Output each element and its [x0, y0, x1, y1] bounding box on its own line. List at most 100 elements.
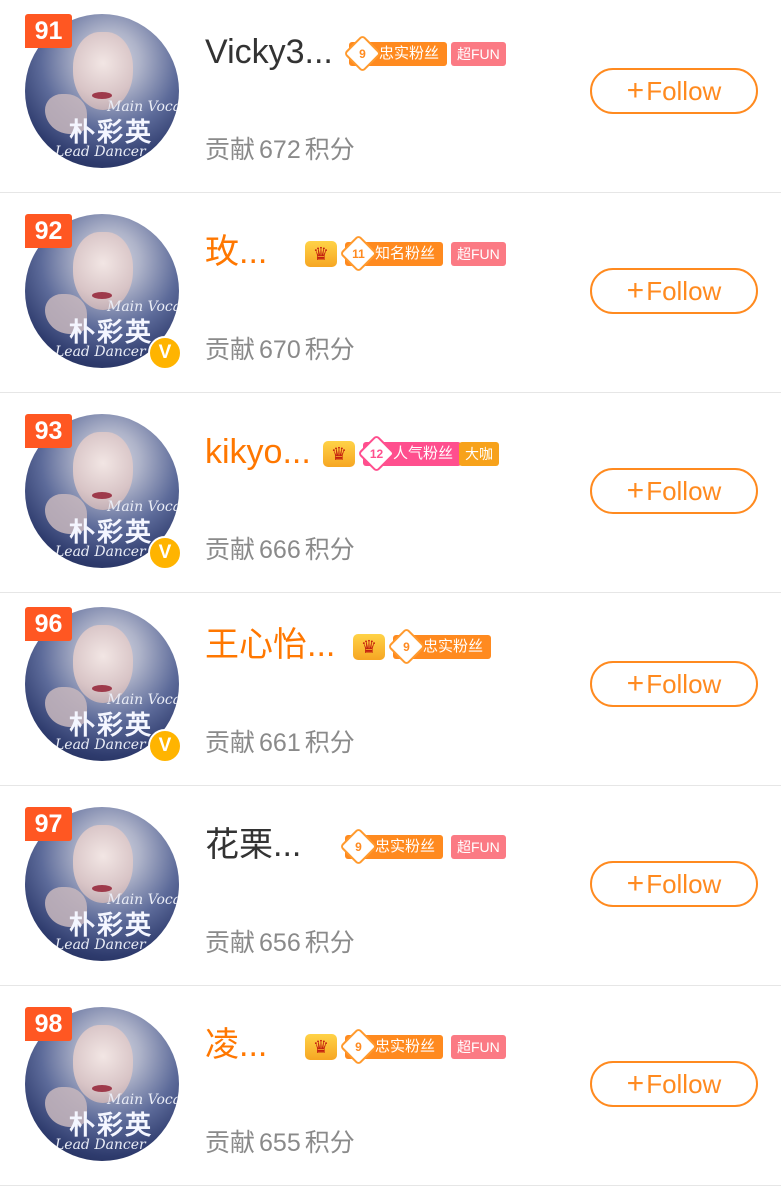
user-name[interactable]: kikyo... [205, 432, 311, 472]
score-label: 贡献 [205, 136, 256, 164]
user-name[interactable]: 王心怡... [205, 625, 335, 665]
avatar-lips [92, 492, 112, 499]
score-unit: 积分 [304, 536, 355, 564]
fan-level-title: 忠实粉丝 [379, 45, 440, 62]
contribution-score: 贡献 666 积分 [205, 530, 355, 566]
follow-button[interactable]: +Follow [590, 468, 758, 514]
fan-list-item[interactable]: Main Vocal 朴彩英 Lead Dancer 92 V 玫... ♛ 11 知名粉丝 超F… [0, 200, 781, 393]
avatar-lips [92, 885, 112, 892]
score-unit: 积分 [304, 336, 355, 364]
rank-badge: 96 [25, 607, 72, 641]
verified-v-icon: V [148, 536, 182, 570]
crown-icon: ♛ [305, 241, 337, 267]
avatar-caption-line3: Lead Dancer [55, 937, 146, 953]
fan-level-title: 人气粉丝 [393, 445, 454, 462]
plus-icon: + [626, 74, 645, 107]
contribution-score: 贡献 655 积分 [205, 1123, 355, 1159]
verified-v-icon: V [148, 336, 182, 370]
row-divider [0, 985, 781, 986]
follow-button[interactable]: +Follow [590, 661, 758, 707]
plus-icon: + [626, 867, 645, 900]
row-divider [0, 785, 781, 786]
score-unit: 积分 [304, 929, 355, 957]
follow-button[interactable]: +Follow [590, 861, 758, 907]
fan-level-number: 9 [359, 47, 366, 61]
fan-ranking-list: Main Vocal 朴彩英 Lead Dancer 91 Vicky3... 9 忠实粉丝… [0, 0, 781, 1200]
row-divider [0, 1185, 781, 1186]
fan-list-item[interactable]: Main Vocal 朴彩英 Lead Dancer 96 V 王心怡... ♛ 9 忠实粉丝贡… [0, 593, 781, 786]
contribution-score: 贡献 656 积分 [205, 923, 355, 959]
follow-button[interactable]: +Follow [590, 68, 758, 114]
contribution-score: 贡献 670 积分 [205, 330, 355, 366]
verified-v-icon: V [148, 729, 182, 763]
rank-badge: 98 [25, 1007, 72, 1041]
user-name[interactable]: 花栗... [205, 825, 301, 865]
fan-list-item[interactable]: Main Vocal 朴彩英 Lead Dancer 91 Vicky3... 9 忠实粉丝… [0, 0, 781, 193]
score-unit: 积分 [304, 729, 355, 757]
avatar-caption-line3: Lead Dancer [55, 544, 146, 560]
follow-button[interactable]: +Follow [590, 1061, 758, 1107]
avatar-lips [92, 1085, 112, 1092]
avatar-lips [92, 292, 112, 299]
avatar-lips [92, 92, 112, 99]
member-tag: 大咖 [459, 442, 499, 466]
score-value: 672 [259, 136, 301, 164]
fan-level-badge: 9 忠实粉丝 [387, 627, 492, 666]
rank-badge: 97 [25, 807, 72, 841]
fan-list-item[interactable]: Main Vocal 朴彩英 Lead Dancer 98 凌... ♛ 9 忠实粉丝 超FUN… [0, 993, 781, 1186]
crown-icon: ♛ [305, 1034, 337, 1060]
follow-button[interactable]: +Follow [590, 268, 758, 314]
follow-label: Follow [646, 869, 722, 899]
plus-icon: + [626, 667, 645, 700]
score-unit: 积分 [304, 136, 355, 164]
contribution-score: 贡献 661 积分 [205, 723, 355, 759]
rank-badge: 92 [25, 214, 72, 248]
score-label: 贡献 [205, 729, 256, 757]
score-value: 656 [259, 929, 301, 957]
score-label: 贡献 [205, 929, 256, 957]
crown-icon: ♛ [323, 441, 355, 467]
avatar-caption-line3: Lead Dancer [55, 737, 146, 753]
follow-label: Follow [646, 669, 722, 699]
plus-icon: + [626, 274, 645, 307]
fan-level-number: 9 [355, 840, 362, 854]
fan-level-number: 9 [355, 1040, 362, 1054]
score-value: 655 [259, 1129, 301, 1157]
crown-icon: ♛ [353, 634, 385, 660]
fan-list-item[interactable]: Main Vocal 朴彩英 Lead Dancer 93 Vkikyo... ♛ 12 人气… [0, 400, 781, 593]
score-label: 贡献 [205, 336, 256, 364]
user-name[interactable]: 玫... [205, 232, 267, 272]
plus-icon: + [626, 474, 645, 507]
user-name[interactable]: 凌... [205, 1025, 267, 1065]
fan-level-title: 忠实粉丝 [375, 1038, 436, 1055]
fan-list-item[interactable]: Main Vocal 朴彩英 Lead Dancer 97 花栗... 9 忠实粉丝 超FUN… [0, 793, 781, 986]
score-value: 670 [259, 336, 301, 364]
row-divider [0, 392, 781, 393]
member-tag: 超FUN [451, 835, 506, 859]
avatar-caption-line3: Lead Dancer [55, 1137, 146, 1153]
score-unit: 积分 [304, 1129, 355, 1157]
follow-label: Follow [646, 476, 722, 506]
member-tag: 超FUN [451, 242, 506, 266]
fan-level-badge: 12 人气粉丝 [357, 434, 462, 473]
plus-icon: + [626, 1067, 645, 1100]
score-value: 661 [259, 729, 301, 757]
fan-level-number: 12 [369, 447, 384, 461]
avatar-caption-line3: Lead Dancer [55, 144, 146, 160]
fan-level-number: 9 [403, 640, 410, 654]
follow-label: Follow [646, 276, 722, 306]
rank-badge: 93 [25, 414, 72, 448]
rank-badge: 91 [25, 14, 72, 48]
follow-label: Follow [646, 76, 722, 106]
member-tag: 超FUN [451, 1035, 506, 1059]
fan-level-number: 11 [352, 247, 365, 261]
user-name[interactable]: Vicky3... [205, 32, 333, 72]
score-label: 贡献 [205, 536, 256, 564]
avatar-lips [92, 685, 112, 692]
follow-label: Follow [646, 1069, 722, 1099]
fan-level-badge: 9 忠实粉丝 [339, 827, 444, 866]
avatar-caption-line3: Lead Dancer [55, 344, 146, 360]
score-label: 贡献 [205, 1129, 256, 1157]
fan-level-badge: 11 知名粉丝 [339, 234, 444, 273]
fan-level-title: 知名粉丝 [375, 245, 436, 262]
